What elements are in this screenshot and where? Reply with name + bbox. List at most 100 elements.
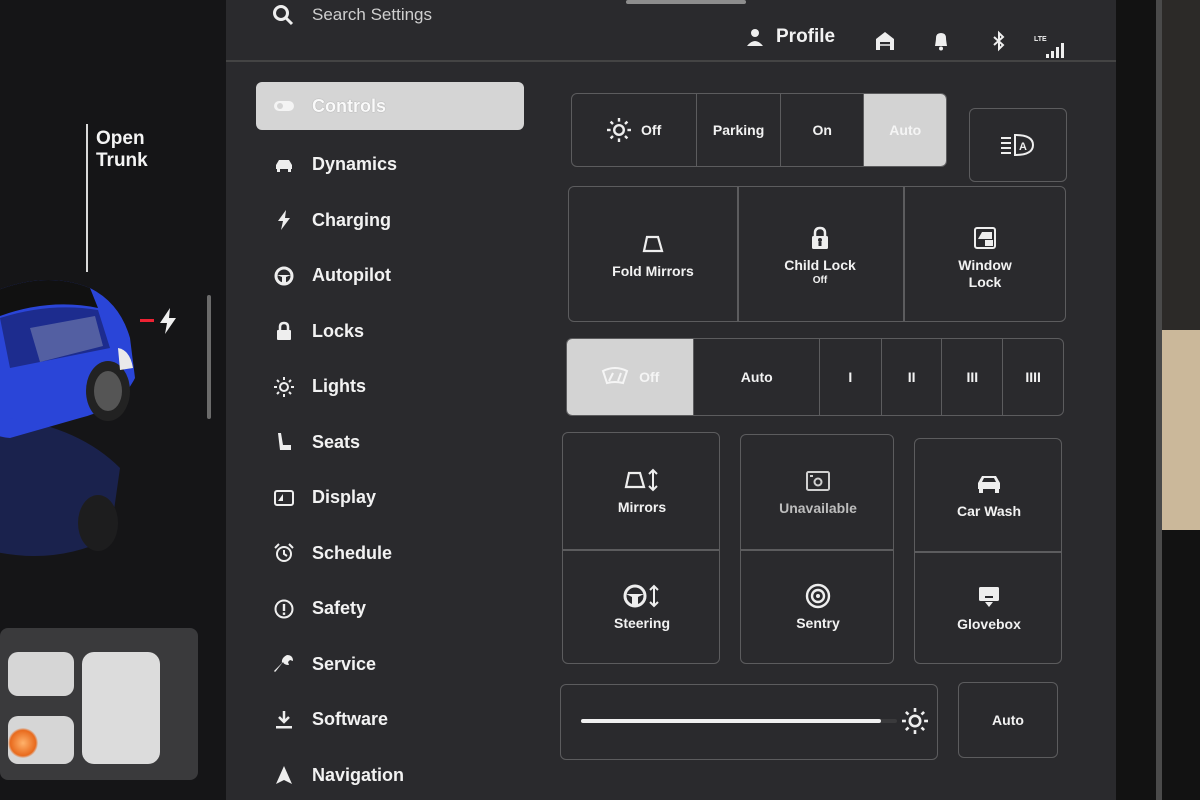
navigation-arrow-icon [276, 766, 292, 785]
seat-rear-right[interactable] [82, 652, 160, 764]
menu-item-lights[interactable]: Lights [256, 359, 526, 415]
menu-item-software[interactable]: Software [256, 692, 526, 748]
search-icon [273, 5, 294, 26]
auto-headlight-icon: A [1001, 133, 1035, 157]
seat-icon [278, 433, 291, 451]
toggle-icon [274, 101, 294, 111]
glovebox-icon [979, 587, 999, 607]
menu-item-locks[interactable]: Locks [256, 304, 526, 360]
wipers-speed-1-option[interactable]: I [820, 339, 882, 415]
charge-port-indicator [140, 319, 154, 322]
carwash-glovebox-group: Car Wash Glovebox [914, 438, 1062, 664]
lights-mode-selector: Off Parking On Auto [571, 93, 947, 167]
mirrors-adjust-button[interactable]: Mirrors [563, 433, 721, 549]
wipers-off-option[interactable]: Off [567, 339, 695, 415]
download-icon [276, 710, 292, 729]
background-wood [1160, 330, 1200, 530]
screen-bezel [1116, 0, 1200, 800]
lights-on-option[interactable]: On [781, 94, 865, 166]
car-wash-button[interactable]: Car Wash [915, 439, 1063, 551]
panel-divider-handle[interactable] [207, 295, 211, 419]
brightness-auto-button[interactable]: Auto [958, 682, 1058, 758]
lights-auto-option[interactable]: Auto [864, 94, 946, 166]
window-lock-icon [974, 227, 996, 249]
mirror-icon [642, 235, 664, 253]
menu-item-charging[interactable]: Charging [256, 193, 526, 249]
signal-bars-icon [1046, 43, 1064, 58]
wrench-icon [274, 655, 293, 673]
brightness-slider-box [560, 684, 938, 760]
bell-icon[interactable] [930, 30, 952, 52]
bezel-edge [1156, 0, 1162, 800]
fold-mirrors-button[interactable]: Fold Mirrors [569, 187, 737, 323]
mirrors-steering-group: Mirrors Steering [562, 432, 720, 664]
menu-item-service[interactable]: Service [256, 637, 526, 693]
top-tab-handle[interactable] [626, 0, 746, 4]
glovebox-button[interactable]: Glovebox [915, 551, 1063, 665]
lock-toggles-group: Fold Mirrors Child Lock Off Window Lock [568, 186, 1066, 322]
lightning-icon[interactable] [158, 308, 178, 334]
camera-icon [806, 471, 830, 491]
unavailable-sentry-group: Unavailable Sentry [740, 434, 894, 664]
header-divider [226, 60, 1116, 62]
sun-icon [274, 376, 294, 397]
menu-item-dynamics[interactable]: Dynamics [256, 137, 526, 193]
menu-item-navigation[interactable]: Navigation [256, 748, 526, 800]
steering-adjust-button[interactable]: Steering [563, 549, 721, 665]
unavailable-button: Unavailable [741, 435, 895, 549]
car-visualization-panel: Open Trunk [0, 0, 226, 800]
background-wall [1160, 0, 1200, 330]
alarm-clock-icon [274, 543, 294, 563]
seat-heater-map [0, 628, 198, 780]
seat-heater-active-icon [8, 728, 38, 758]
window-lock-button[interactable]: Window Lock [903, 187, 1067, 323]
lights-parking-option[interactable]: Parking [697, 94, 781, 166]
exclamation-icon [274, 599, 294, 619]
brightness-slider-track[interactable] [581, 719, 897, 723]
menu-item-schedule[interactable]: Schedule [256, 526, 526, 582]
car-reflection [0, 418, 120, 556]
child-lock-state: Off [812, 274, 828, 286]
wipers-speed-2-option[interactable]: II [882, 339, 943, 415]
car-icon [276, 159, 292, 172]
settings-panel: Profile LTE Controls Dynamics Charging [226, 0, 1116, 800]
profile-button[interactable]: Profile [746, 26, 835, 48]
wipers-speed-4-option[interactable]: IIII [1003, 339, 1063, 415]
brightness-slider-fill [581, 719, 882, 723]
seat-front-left[interactable] [8, 652, 74, 696]
person-icon [747, 29, 763, 46]
search-input[interactable] [312, 5, 552, 25]
lightning-icon [278, 210, 290, 231]
garage-icon[interactable] [874, 30, 896, 52]
sentry-icon [805, 583, 831, 609]
trunk-indicator-line [86, 124, 88, 272]
child-lock-icon [812, 226, 828, 249]
lights-off-option[interactable]: Off [572, 94, 698, 166]
display-icon [274, 489, 294, 506]
mirror-adjust-icon [624, 468, 658, 492]
sun-icon [607, 118, 632, 142]
wipers-speed-3-option[interactable]: III [942, 339, 1004, 415]
steering-adjust-icon [623, 584, 659, 608]
menu-item-controls[interactable]: Controls [256, 82, 524, 130]
search-bar[interactable] [272, 4, 552, 26]
settings-menu: Controls Dynamics Charging Autopilot Loc… [256, 82, 526, 800]
windshield-wiper-icon [601, 367, 629, 385]
lock-icon [277, 321, 291, 341]
sentry-mode-button[interactable]: Sentry [741, 549, 895, 665]
car-icon [978, 476, 1000, 493]
auto-high-beam-button[interactable]: A [969, 108, 1067, 182]
cellular-signal: LTE [1034, 36, 1070, 60]
open-trunk-button[interactable]: Open Trunk [96, 128, 176, 172]
svg-text:A: A [1019, 141, 1027, 153]
bluetooth-icon[interactable] [988, 30, 1010, 52]
menu-item-autopilot[interactable]: Autopilot [256, 248, 526, 304]
menu-item-display[interactable]: Display [256, 470, 526, 526]
wiper-speed-selector: Off Auto I II III IIII [566, 338, 1064, 416]
wipers-auto-option[interactable]: Auto [694, 339, 820, 415]
menu-item-safety[interactable]: Safety [256, 581, 526, 637]
brightness-sun-icon [902, 708, 928, 734]
steering-wheel-icon [274, 266, 294, 286]
child-lock-button[interactable]: Child Lock Off [737, 187, 903, 323]
menu-item-seats[interactable]: Seats [256, 415, 526, 471]
